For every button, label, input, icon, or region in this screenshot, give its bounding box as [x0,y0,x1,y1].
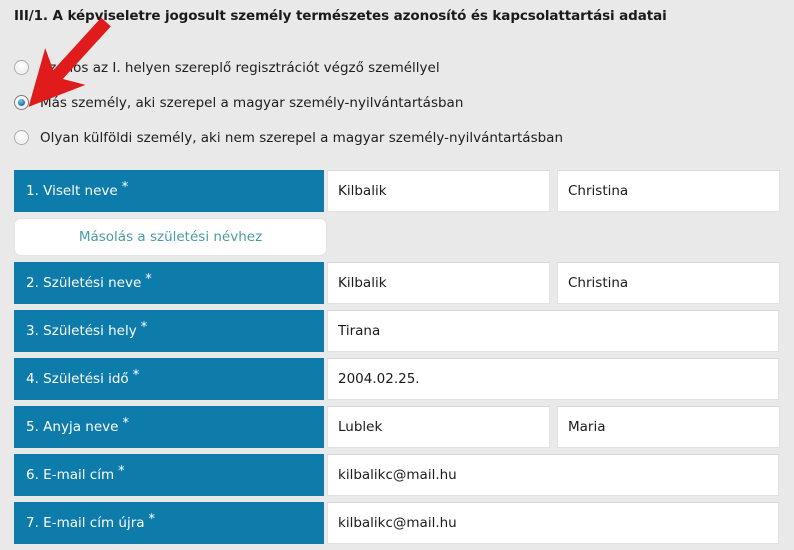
radio-option-label: Más személy, aki szerepel a magyar szemé… [40,94,464,111]
text-input[interactable]: Christina [557,262,780,304]
radio-button-icon[interactable] [14,60,29,75]
personal-data-form: 1. Viselt neve * Kilbalik Christina Másolás … [14,170,780,550]
text-input[interactable]: 2004.02.25. [327,358,779,400]
text-input[interactable]: Lublek [327,406,550,448]
required-marker: * [122,416,129,431]
text-input[interactable]: Tirana [327,310,779,352]
form-row-label-text: 6. E-mail cím [26,467,115,483]
form-row-fields: Lublek Maria [327,406,780,448]
form-row-label-text: 7. E-mail cím újra [26,515,145,531]
radio-button-icon[interactable] [14,95,29,110]
form-row-label: 6. E-mail cím * [14,454,324,496]
text-input[interactable]: Kilbalik [327,170,550,212]
form-row-label: 4. Születési idő * [14,358,324,400]
form-row-label-text: 3. Születési hely [26,323,137,339]
form-row: 6. E-mail cím * kilbalikc@mail.hu [14,454,779,496]
required-marker: * [121,180,129,195]
radio-option-3[interactable]: Olyan külföldi személy, aki nem szerepel… [14,120,774,155]
form-row-fields: kilbalikc@mail.hu [327,502,779,544]
required-marker: * [118,464,125,479]
text-input[interactable]: Christina [557,170,780,212]
form-row-fields: Kilbalik Christina [327,262,780,304]
form-row: 7. E-mail cím újra * kilbalikc@mail.hu [14,502,779,544]
form-row-fields: 2004.02.25. [327,358,779,400]
form-row-label: 2. Születési neve * [14,262,324,304]
form-row: 1. Viselt neve * Kilbalik Christina [14,170,780,212]
form-row: 3. Születési hely * Tirana [14,310,779,352]
text-input[interactable]: kilbalikc@mail.hu [327,502,779,544]
form-row-label-text: 4. Születési idő [26,371,129,387]
page-title: III/1. A képviseletre jogosult személy t… [14,8,667,24]
form-row-label-text: 1. Viselt neve [26,183,118,199]
required-marker: * [140,320,148,335]
form-row: 4. Születési idő * 2004.02.25. [14,358,779,400]
required-marker: * [145,272,152,287]
form-row: 2. Születési neve * Kilbalik Christina [14,262,780,304]
text-input[interactable]: Kilbalik [327,262,550,304]
radio-option-1[interactable]: Azonos az I. helyen szereplő regisztráci… [14,50,774,85]
form-row-label: 7. E-mail cím újra * [14,502,324,544]
text-input[interactable]: Maria [557,406,780,448]
copy-to-birth-name-button[interactable]: Másolás a születési névhez [14,218,327,256]
representative-type-radio-group: Azonos az I. helyen szereplő regisztráci… [14,50,774,155]
form-row-label: 5. Anyja neve * [14,406,324,448]
radio-option-label: Azonos az I. helyen szereplő regisztráci… [40,59,440,76]
required-marker: * [148,512,156,527]
radio-button-icon[interactable] [14,130,29,145]
form-row: 5. Anyja neve * Lublek Maria [14,406,780,448]
radio-option-2[interactable]: Más személy, aki szerepel a magyar szemé… [14,85,774,120]
copy-button-row: Másolás a születési névhez [14,218,779,256]
form-row-fields: Tirana [327,310,779,352]
form-row-fields: kilbalikc@mail.hu [327,454,779,496]
form-row-label-text: 5. Anyja neve [26,419,119,435]
form-row-label-text: 2. Születési neve [26,275,142,291]
form-row-fields: Kilbalik Christina [327,170,780,212]
form-row-label: 3. Születési hely * [14,310,324,352]
radio-option-label: Olyan külföldi személy, aki nem szerepel… [40,129,564,146]
text-input[interactable]: kilbalikc@mail.hu [327,454,779,496]
form-row-label: 1. Viselt neve * [14,170,324,212]
required-marker: * [132,368,140,383]
